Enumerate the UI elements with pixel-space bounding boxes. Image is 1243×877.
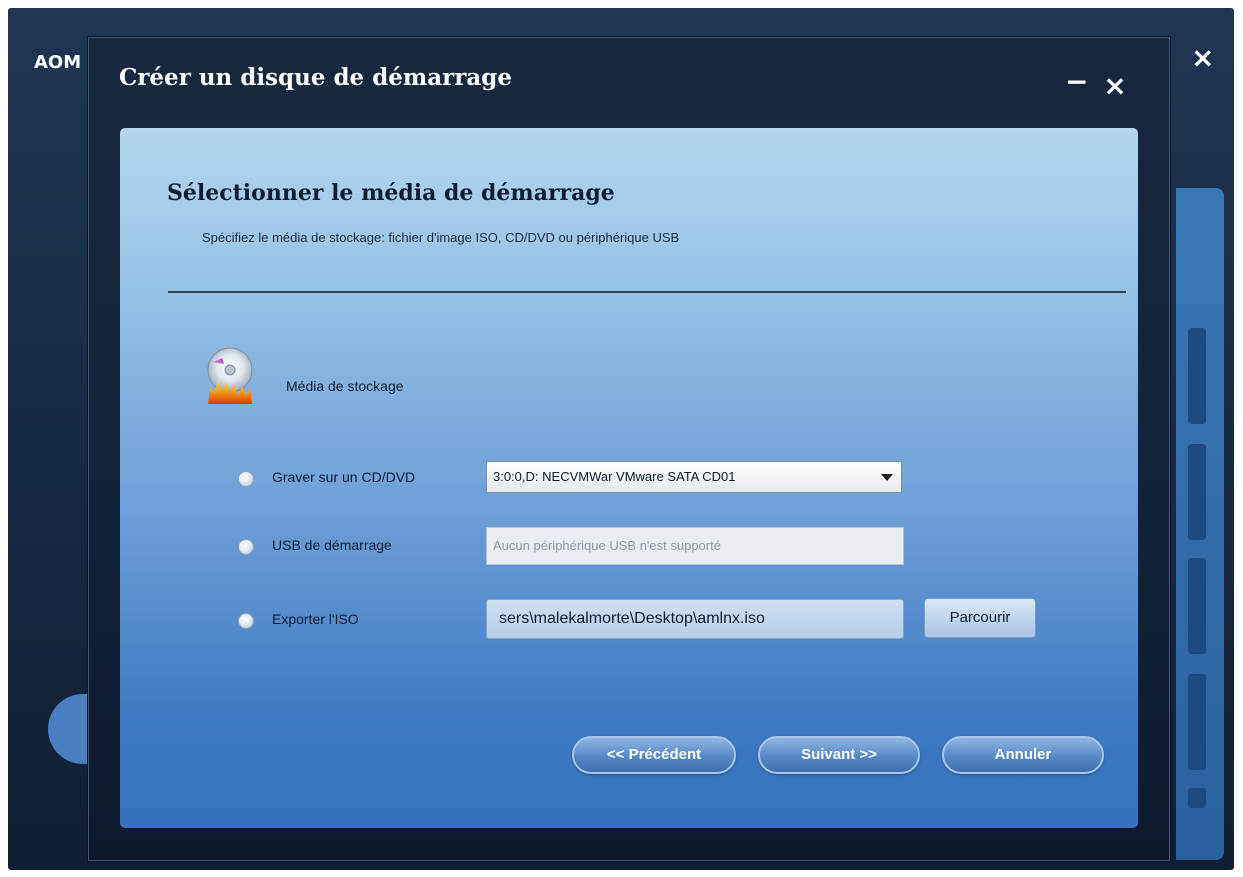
minimize-button[interactable]: − (1065, 68, 1088, 96)
usb-boot-label[interactable]: USB de démarrage (272, 537, 392, 553)
browse-button[interactable]: Parcourir (924, 598, 1036, 638)
usb-boot-radio[interactable] (238, 539, 254, 555)
export-iso-radio[interactable] (238, 613, 254, 629)
page-subheading: Spécifiez le média de stockage: fichier … (202, 230, 680, 245)
create-boot-disk-dialog: Créer un disque de démarrage − × Sélecti… (88, 37, 1170, 861)
cd-drive-dropdown[interactable]: 3:0:0,D: NECVMWar VMware SATA CD01 (486, 461, 902, 493)
background-close-button[interactable]: × (1191, 44, 1214, 72)
chevron-down-icon[interactable] (881, 474, 893, 481)
export-iso-label[interactable]: Exporter l'ISO (272, 611, 359, 627)
next-button[interactable]: Suivant >> (758, 736, 920, 774)
burn-cd-option[interactable]: Graver sur un CD/DVD (238, 463, 478, 497)
dialog-title: Créer un disque de démarrage (119, 64, 513, 91)
iso-path-input[interactable]: sers\malekalmorte\Desktop\amlnx.iso (486, 599, 904, 639)
page-heading: Sélectionner le média de démarrage (167, 180, 615, 206)
background-panel-strip (1188, 674, 1206, 770)
cancel-button[interactable]: Annuler (942, 736, 1104, 774)
background-panel-strip (1188, 558, 1206, 654)
cd-drive-selected-value: 3:0:0,D: NECVMWar VMware SATA CD01 (493, 469, 736, 484)
burn-cd-label[interactable]: Graver sur un CD/DVD (272, 469, 415, 485)
disc-burn-icon (207, 347, 253, 404)
burn-cd-radio[interactable] (238, 471, 254, 487)
storage-media-label: Média de stockage (286, 378, 404, 394)
dialog-content-panel: Sélectionner le média de démarrage Spéci… (120, 128, 1138, 828)
background-right-panel (1176, 188, 1224, 860)
background-app-title: AOM (34, 52, 82, 73)
export-iso-option[interactable]: Exporter l'ISO (238, 605, 478, 639)
usb-device-field: Aucun périphérique USB n'est supporté (486, 527, 904, 565)
divider (168, 291, 1126, 293)
previous-button[interactable]: << Précédent (572, 736, 736, 774)
background-panel-strip (1188, 328, 1206, 424)
background-panel-strip (1188, 788, 1206, 808)
close-button[interactable]: × (1101, 72, 1129, 100)
background-panel-strip (1188, 444, 1206, 540)
usb-boot-option[interactable]: USB de démarrage (238, 531, 478, 565)
